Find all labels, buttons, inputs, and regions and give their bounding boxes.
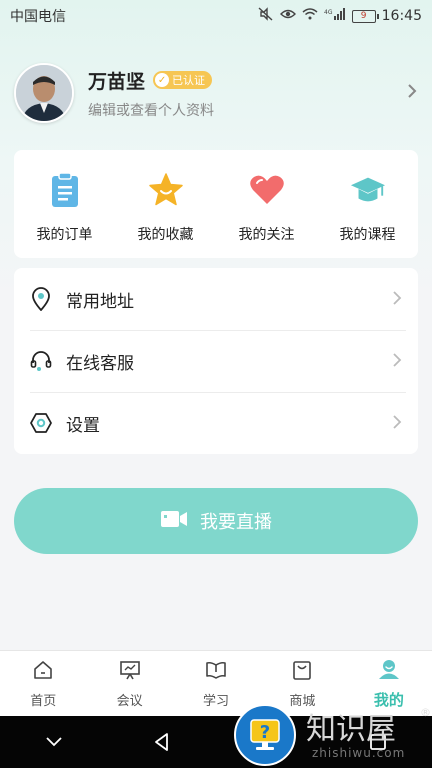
tab-meeting[interactable]: 会议 bbox=[86, 651, 172, 717]
quick-label: 我的收藏 bbox=[137, 227, 194, 243]
bottom-tab-bar: 首页 会议 学习 商城 我的 bbox=[0, 650, 432, 717]
home-circle-icon[interactable] bbox=[250, 722, 290, 762]
quick-label: 我的订单 bbox=[36, 227, 93, 243]
profile-text: 万苗坚 ✓ 已认证 编辑或查看个人资料 bbox=[88, 67, 406, 120]
battery-level: 9 bbox=[360, 10, 367, 21]
tab-mine[interactable]: 我的 bbox=[346, 651, 432, 717]
tab-label: 我的 bbox=[373, 690, 404, 709]
name-row: 万苗坚 ✓ 已认证 bbox=[88, 67, 406, 94]
tab-label: 商城 bbox=[289, 693, 316, 709]
recents-square-icon[interactable] bbox=[358, 722, 398, 762]
menu-item-address[interactable]: 常用地址 bbox=[14, 268, 418, 330]
menu-label: 设置 bbox=[66, 415, 100, 436]
mute-icon bbox=[258, 7, 274, 25]
tab-label: 首页 bbox=[30, 693, 57, 709]
menu-label: 常用地址 bbox=[66, 291, 134, 312]
verified-label: 已认证 bbox=[172, 74, 206, 87]
chevron-right-icon bbox=[392, 287, 402, 311]
profile-header[interactable]: 万苗坚 ✓ 已认证 编辑或查看个人资料 bbox=[14, 62, 418, 124]
presentation-icon bbox=[119, 660, 141, 684]
eye-icon bbox=[279, 8, 296, 24]
quick-label: 我的课程 bbox=[339, 227, 396, 243]
check-icon: ✓ bbox=[155, 73, 170, 87]
system-nav-bar bbox=[0, 716, 432, 768]
star-icon bbox=[148, 172, 184, 208]
avatar[interactable] bbox=[14, 63, 74, 123]
user-name: 万苗坚 bbox=[88, 70, 146, 93]
clock-time: 16:45 bbox=[381, 8, 422, 24]
verified-badge: ✓ 已认证 bbox=[153, 71, 213, 89]
chevron-right-icon[interactable] bbox=[406, 81, 418, 105]
menu-item-customer-service[interactable]: 在线客服 bbox=[14, 330, 418, 392]
tab-home[interactable]: 首页 bbox=[0, 651, 86, 717]
home-icon bbox=[33, 660, 53, 684]
go-live-label: 我要直播 bbox=[200, 512, 272, 532]
settings-hexagon-icon bbox=[30, 412, 52, 434]
tab-label: 会议 bbox=[116, 693, 143, 709]
location-pin-icon bbox=[30, 287, 52, 311]
user-icon bbox=[378, 659, 400, 683]
signal-icon: 4G bbox=[324, 8, 346, 24]
chevron-down-icon[interactable] bbox=[34, 722, 74, 762]
chevron-right-icon bbox=[392, 411, 402, 435]
chevron-right-icon bbox=[392, 349, 402, 373]
tab-label: 学习 bbox=[203, 693, 230, 709]
quick-item-follows[interactable]: 我的关注 bbox=[216, 150, 317, 258]
menu-card: 常用地址 在线客服 设置 bbox=[14, 268, 418, 454]
clipboard-icon bbox=[47, 172, 83, 208]
shopping-bag-icon bbox=[292, 660, 312, 684]
go-live-button[interactable]: 我要直播 bbox=[14, 488, 418, 554]
quick-item-courses[interactable]: 我的课程 bbox=[317, 150, 418, 258]
menu-item-settings[interactable]: 设置 bbox=[14, 392, 418, 454]
headset-icon bbox=[30, 350, 52, 372]
tab-study[interactable]: 学习 bbox=[173, 651, 259, 717]
wifi-icon bbox=[302, 8, 318, 24]
quick-actions-card: 我的订单 我的收藏 我的关注 我的课程 bbox=[14, 150, 418, 258]
book-icon bbox=[205, 660, 227, 684]
tab-shop[interactable]: 商城 bbox=[259, 651, 345, 717]
svg-text:4G: 4G bbox=[324, 9, 333, 16]
quick-label: 我的关注 bbox=[238, 227, 295, 243]
back-triangle-icon[interactable] bbox=[142, 722, 182, 762]
carrier-label: 中国电信 bbox=[10, 9, 66, 25]
status-bar: 中国电信 4G 9 16:45 bbox=[0, 0, 432, 32]
quick-item-orders[interactable]: 我的订单 bbox=[14, 150, 115, 258]
menu-label: 在线客服 bbox=[66, 353, 134, 374]
video-camera-icon bbox=[160, 509, 188, 534]
profile-subtitle: 编辑或查看个人资料 bbox=[88, 102, 214, 119]
status-icons: 4G 9 16:45 bbox=[258, 7, 422, 25]
heart-icon bbox=[249, 172, 285, 208]
battery-icon: 9 bbox=[351, 9, 379, 23]
quick-item-favorites[interactable]: 我的收藏 bbox=[115, 150, 216, 258]
graduation-cap-icon bbox=[350, 172, 386, 208]
